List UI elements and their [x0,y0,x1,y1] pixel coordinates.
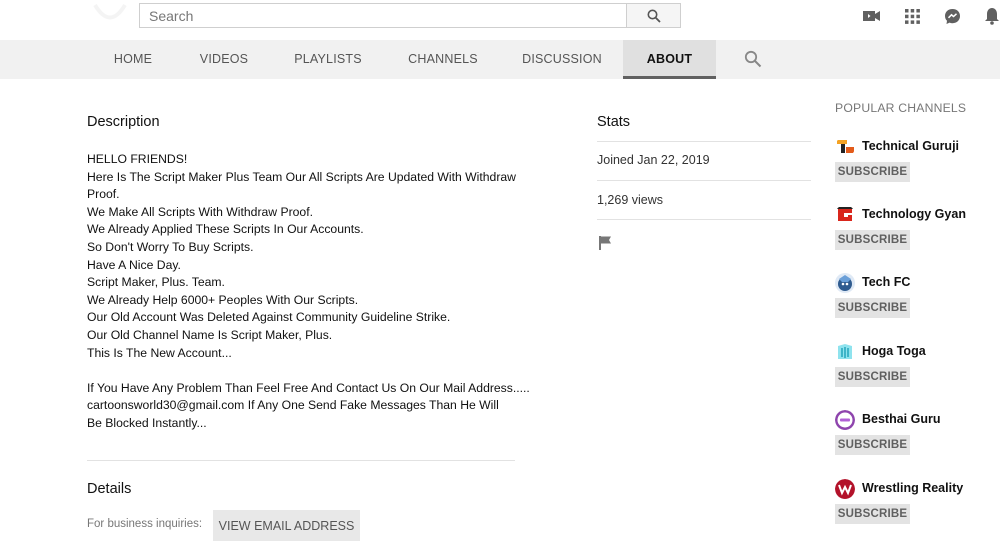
subscribe-button[interactable]: SUBSCRIBE [835,435,910,455]
description-line: cartoonsworld30@gmail.com If Any One Sen… [87,398,499,430]
notifications-bell-icon[interactable] [982,6,1000,26]
search-button[interactable] [626,3,681,28]
channel-name[interactable]: Technical Guruji [862,139,959,153]
subscribe-button[interactable]: SUBSCRIBE [835,230,910,250]
popular-channel-item: Tech FC SUBSCRIBE [835,273,1000,333]
subscribe-button[interactable]: SUBSCRIBE [835,162,910,182]
tab-discussion[interactable]: DISCUSSION [522,40,602,79]
tab-videos[interactable]: VIDEOS [198,40,250,79]
search-input[interactable] [140,4,626,27]
description-line: Our Old Account Was Deleted Against Comm… [87,310,451,325]
description-line: Our Old Channel Name Is Script Maker, Pl… [87,327,333,342]
view-count: 1,269 views [597,193,664,207]
messages-icon[interactable] [942,6,962,26]
popular-channel-item: Wrestling Reality SUBSCRIBE [835,479,1000,539]
divider [87,460,515,461]
details-title: Details [87,481,132,497]
masthead [0,0,1000,40]
report-flag-icon[interactable] [598,235,614,251]
popular-channel-item: Besthai Guru SUBSCRIBE [835,410,1000,470]
channel-name[interactable]: Technology Gyan [862,207,966,221]
tab-about[interactable]: ABOUT [623,40,716,79]
divider [597,141,811,142]
channel-name[interactable]: Besthai Guru [862,412,941,426]
subscribe-button[interactable]: SUBSCRIBE [835,504,910,524]
channel-avatar[interactable] [835,410,855,430]
description-line: Have A Nice Day. [87,257,181,272]
subscribe-button[interactable]: SUBSCRIBE [835,298,910,318]
channel-search-icon[interactable] [744,50,762,68]
description-line: So Don't Worry To Buy Scripts. [87,239,254,254]
popular-channel-item: Technical Guruji SUBSCRIBE [835,137,1000,197]
channel-name[interactable]: Wrestling Reality [862,481,963,495]
view-email-address-button[interactable]: VIEW EMAIL ADDRESS [213,510,360,541]
channel-avatar[interactable] [835,273,855,293]
apps-grid-icon[interactable] [902,6,922,26]
description-body: HELLO FRIENDS! Here Is The Script Maker … [87,151,530,433]
divider [597,219,811,220]
popular-channel-item: Technology Gyan SUBSCRIBE [835,205,1000,265]
tab-channels[interactable]: CHANNELS [407,40,479,79]
description-line: If You Have Any Problem Than Feel Free A… [87,380,530,395]
description-line: Script Maker, Plus. Team. [87,275,225,290]
popular-channels-title: POPULAR CHANNELS [835,101,967,115]
logo-watermark [93,3,127,20]
tab-playlists[interactable]: PLAYLISTS [293,40,363,79]
channel-tabs: HOME VIDEOS PLAYLISTS CHANNELS DISCUSSIO… [0,40,1000,79]
channel-avatar[interactable] [835,137,855,157]
description-title: Description [87,114,160,130]
tab-home[interactable]: HOME [108,40,158,79]
subscribe-button[interactable]: SUBSCRIBE [835,367,910,387]
stats-title: Stats [597,114,631,130]
description-line [87,362,517,380]
divider [597,180,811,181]
channel-name[interactable]: Hoga Toga [862,344,926,358]
business-inquiries-label: For business inquiries: [87,518,203,530]
description-line: We Make All Scripts With Withdraw Proof. [87,204,313,219]
description-line: Here Is The Script Maker Plus Team Our A… [87,169,516,202]
channel-name[interactable]: Tech FC [862,275,910,289]
popular-channel-item: Hoga Toga SUBSCRIBE [835,342,1000,402]
joined-date: Joined Jan 22, 2019 [597,153,710,167]
description-line: This Is The New Account... [87,345,232,360]
description-line: HELLO FRIENDS! [87,152,188,166]
channel-avatar[interactable] [835,479,855,499]
video-camera-icon[interactable] [862,6,882,26]
channel-avatar[interactable] [835,342,855,362]
search-box[interactable] [139,3,626,28]
search-icon [647,9,661,23]
description-line: We Already Applied These Scripts In Our … [87,222,364,237]
description-line: We Already Help 6000+ Peoples With Our S… [87,292,359,307]
channel-avatar[interactable] [835,205,855,225]
